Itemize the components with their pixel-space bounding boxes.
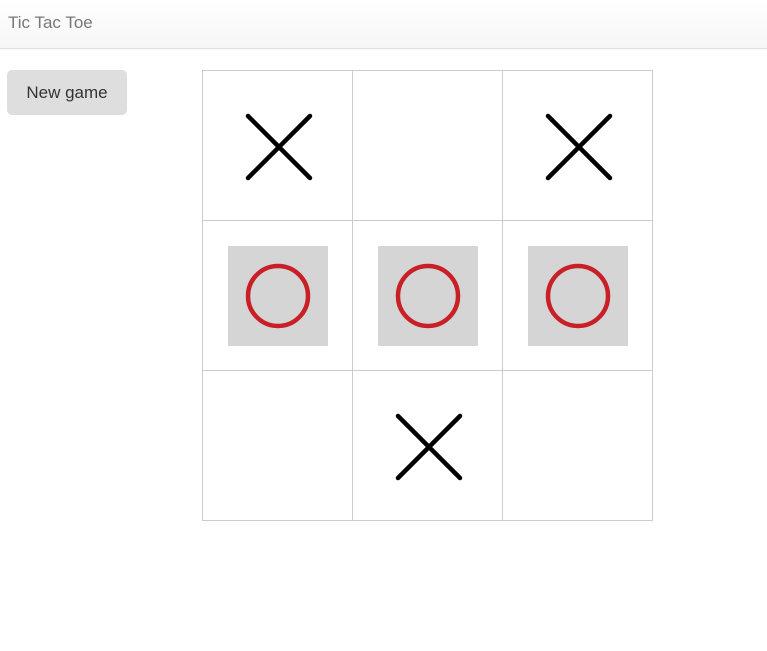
app-title: Tic Tac Toe xyxy=(8,13,93,32)
board-cell-6[interactable] xyxy=(203,371,353,521)
board-cell-1[interactable] xyxy=(353,71,503,221)
navbar: Tic Tac Toe xyxy=(0,0,767,49)
board-cell-0[interactable] xyxy=(203,71,353,221)
board-cell-2[interactable] xyxy=(503,71,653,221)
new-game-button[interactable]: New game xyxy=(7,70,127,115)
board-cell-4[interactable] xyxy=(353,221,503,371)
board-cell-3[interactable] xyxy=(203,221,353,371)
board-cell-7[interactable] xyxy=(353,371,503,521)
x-mark-icon xyxy=(545,113,613,181)
x-mark-icon xyxy=(395,413,463,481)
o-mark-icon xyxy=(395,263,461,329)
board-cell-5[interactable] xyxy=(503,221,653,371)
board-cell-8[interactable] xyxy=(503,371,653,521)
o-mark-icon xyxy=(245,263,311,329)
game-board xyxy=(202,70,653,521)
x-mark-icon xyxy=(245,113,313,181)
o-mark-icon xyxy=(545,263,611,329)
